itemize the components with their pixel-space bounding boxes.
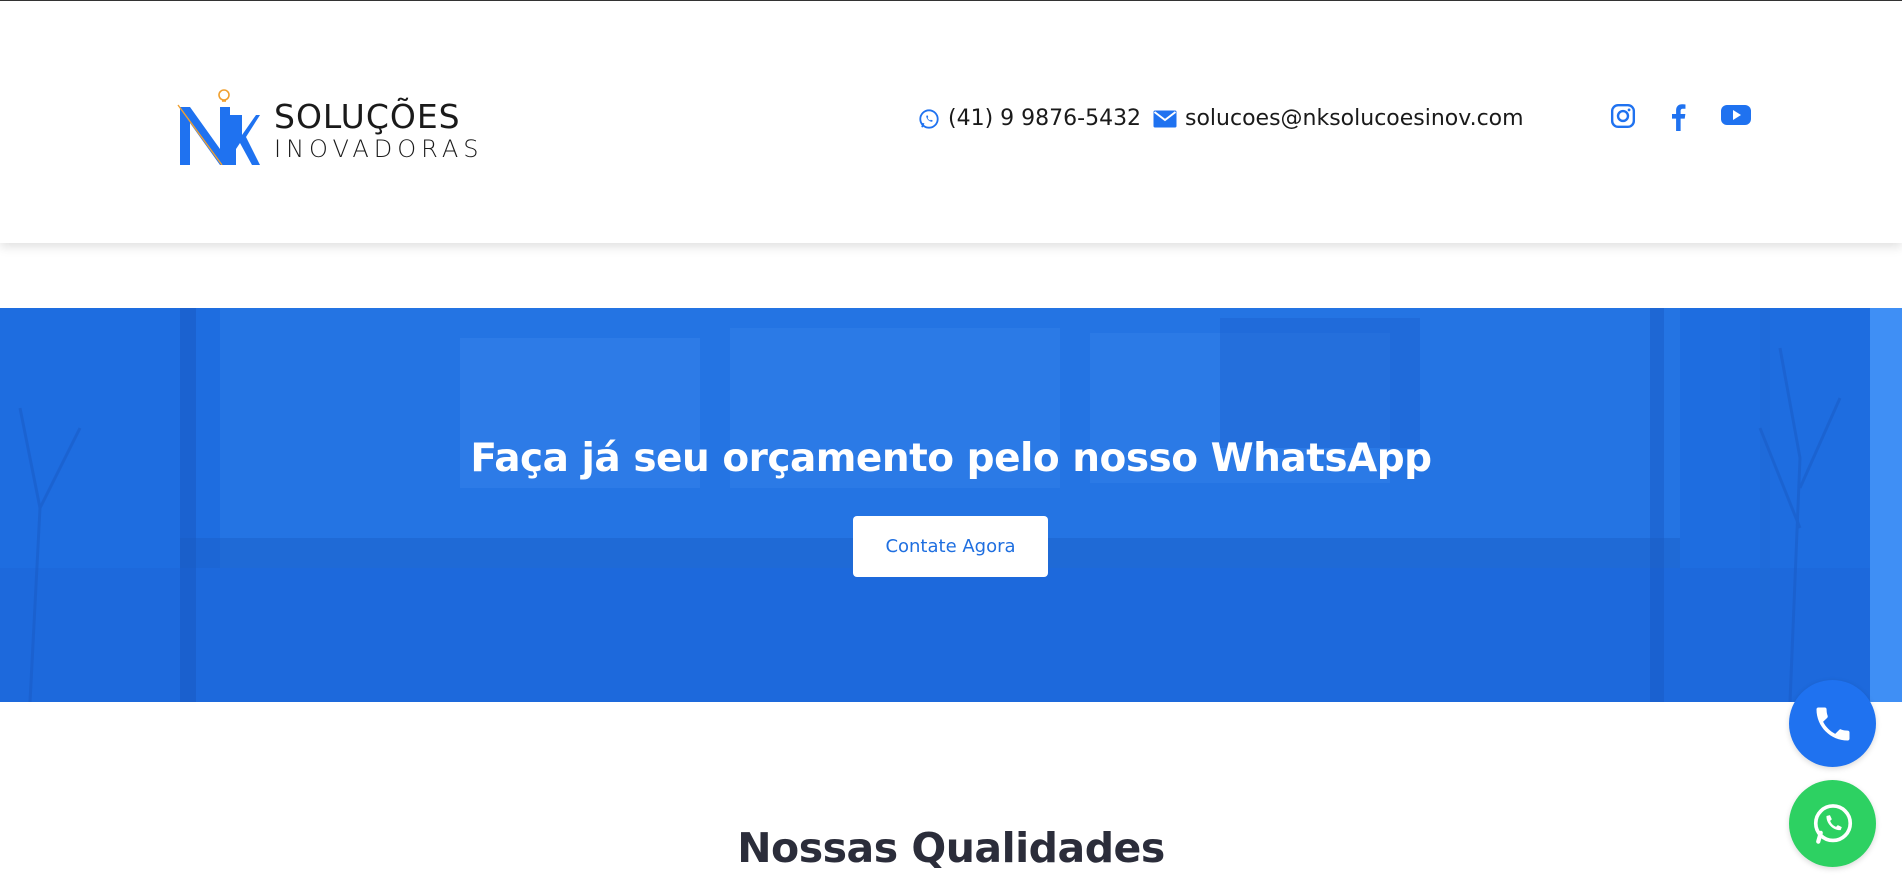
phone-icon xyxy=(1816,707,1849,740)
logo-mark-icon xyxy=(177,89,260,165)
floating-call-button[interactable] xyxy=(1789,680,1876,767)
whatsapp-icon xyxy=(919,108,939,129)
instagram-link[interactable] xyxy=(1610,103,1636,133)
youtube-link[interactable] xyxy=(1720,103,1752,131)
facebook-link[interactable] xyxy=(1666,103,1692,135)
envelope-icon xyxy=(1153,110,1177,127)
youtube-icon xyxy=(1721,105,1751,125)
cta-banner: Faça já seu orçamento pelo nosso WhatsAp… xyxy=(0,308,1902,702)
banner-background-image xyxy=(0,308,1902,702)
header-email-text: solucoes@nksolucoesinov.com xyxy=(1185,106,1524,131)
logo-text-secondary: INOVADORAS xyxy=(274,135,484,163)
facebook-icon xyxy=(1672,104,1686,131)
header-email-link[interactable]: solucoes@nksolucoesinov.com xyxy=(1153,106,1524,131)
site-header: SOLUÇÕES INOVADORAS (41) 9 9876-5432 sol… xyxy=(0,0,1902,243)
whatsapp-icon xyxy=(1813,803,1852,844)
logo[interactable]: SOLUÇÕES INOVADORAS xyxy=(176,85,479,165)
header-phone-text: (41) 9 9876-5432 xyxy=(948,106,1142,131)
contact-now-button[interactable]: Contate Agora xyxy=(853,516,1048,577)
banner-edge-stripe xyxy=(1870,308,1902,702)
floating-whatsapp-button[interactable] xyxy=(1789,780,1876,867)
section-title: Nossas Qualidades xyxy=(737,824,1165,872)
header-phone-link[interactable]: (41) 9 9876-5432 xyxy=(918,106,1141,131)
logo-text-primary: SOLUÇÕES xyxy=(274,97,461,136)
banner-title: Faça já seu orçamento pelo nosso WhatsAp… xyxy=(470,436,1432,481)
instagram-icon xyxy=(1610,103,1636,129)
